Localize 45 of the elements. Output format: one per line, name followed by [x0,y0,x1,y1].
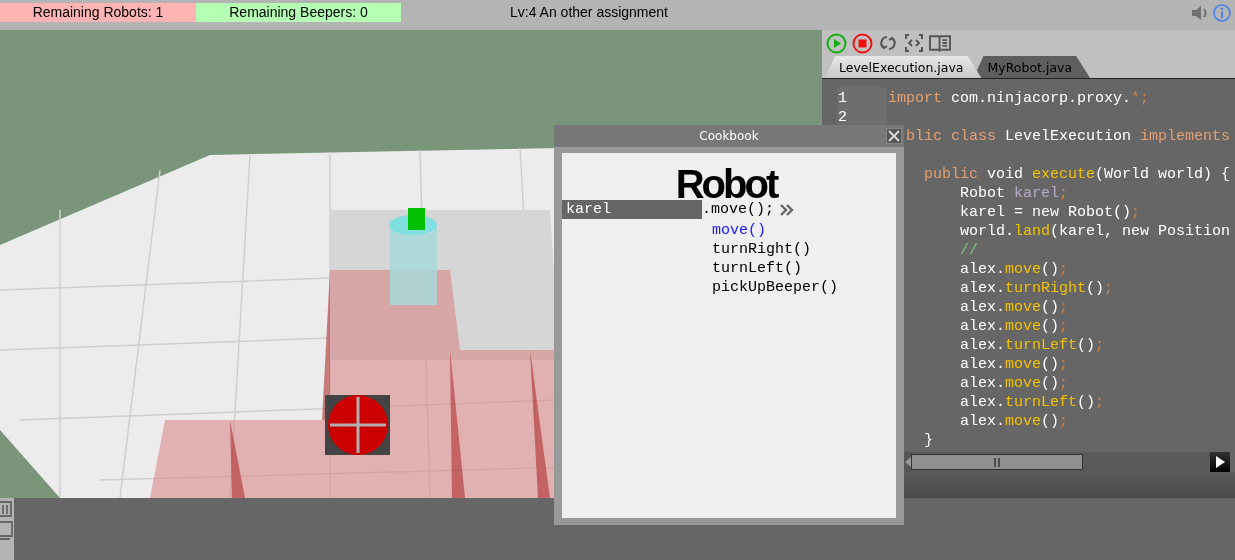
code-line: } [924,432,934,449]
window-title: Cookbook [698,129,760,143]
code-line: import com.ninjacorp.proxy.*; [888,90,1150,107]
method-item[interactable]: pickUpBeeper() [712,278,839,297]
left-arrow-icon [904,457,911,467]
speaker-icon[interactable] [1191,4,1209,22]
method-call: .move(); [702,201,774,218]
bin-icon[interactable] [0,501,12,517]
method-item[interactable]: turnRight() [712,240,812,259]
code-line: world.land(karel, new Position [960,223,1231,240]
monitor-icon[interactable] [0,521,14,541]
code-line: alex.move(); [960,261,1069,278]
right-arrow-icon [1215,456,1225,468]
code-line: // [960,242,979,259]
code-line: alex.move(); [960,299,1069,316]
method-item[interactable]: move() [712,221,766,240]
line-number: 1 [838,89,847,108]
scroll-right-button[interactable] [1210,452,1230,472]
code-line: Robot karel; [960,185,1069,202]
code-line: alex.move(); [960,318,1069,335]
class-heading: Robot [675,168,778,200]
horizontal-scrollbar[interactable] [904,452,1230,472]
line-number: 2 [838,108,847,127]
code-line: alex.turnRight(); [960,280,1114,297]
status-counter: Remaining Beepers: 0 [196,3,401,22]
status-counter: Remaining Robots: 1 [0,3,196,22]
code-line: public void execute(World world) { [924,166,1231,183]
stop-button[interactable] [851,32,873,54]
close-button[interactable] [886,128,902,144]
variable-field[interactable]: karel [562,200,702,219]
scroll-thumb[interactable] [911,454,1083,470]
code-line: karel = new Robot(); [960,204,1141,221]
code-brackets-button[interactable] [903,32,925,54]
scroll-left-button[interactable] [904,452,911,472]
code-line: blic class LevelExecution implements [906,128,1231,145]
book-button[interactable] [929,32,951,54]
code-line: alex.move(); [960,413,1069,430]
code-line: alex.move(); [960,375,1069,392]
method-item[interactable]: turnLeft() [712,259,802,278]
code-line: alex.turnLeft(); [960,337,1105,354]
double-chevron-icon[interactable] [780,203,794,216]
code-line: alex.turnLeft(); [960,394,1105,411]
code-line: alex.move(); [960,356,1069,373]
file-tab[interactable]: LevelExecution.java [825,56,982,78]
level-title: Lv:4 An other assignment [509,3,669,22]
